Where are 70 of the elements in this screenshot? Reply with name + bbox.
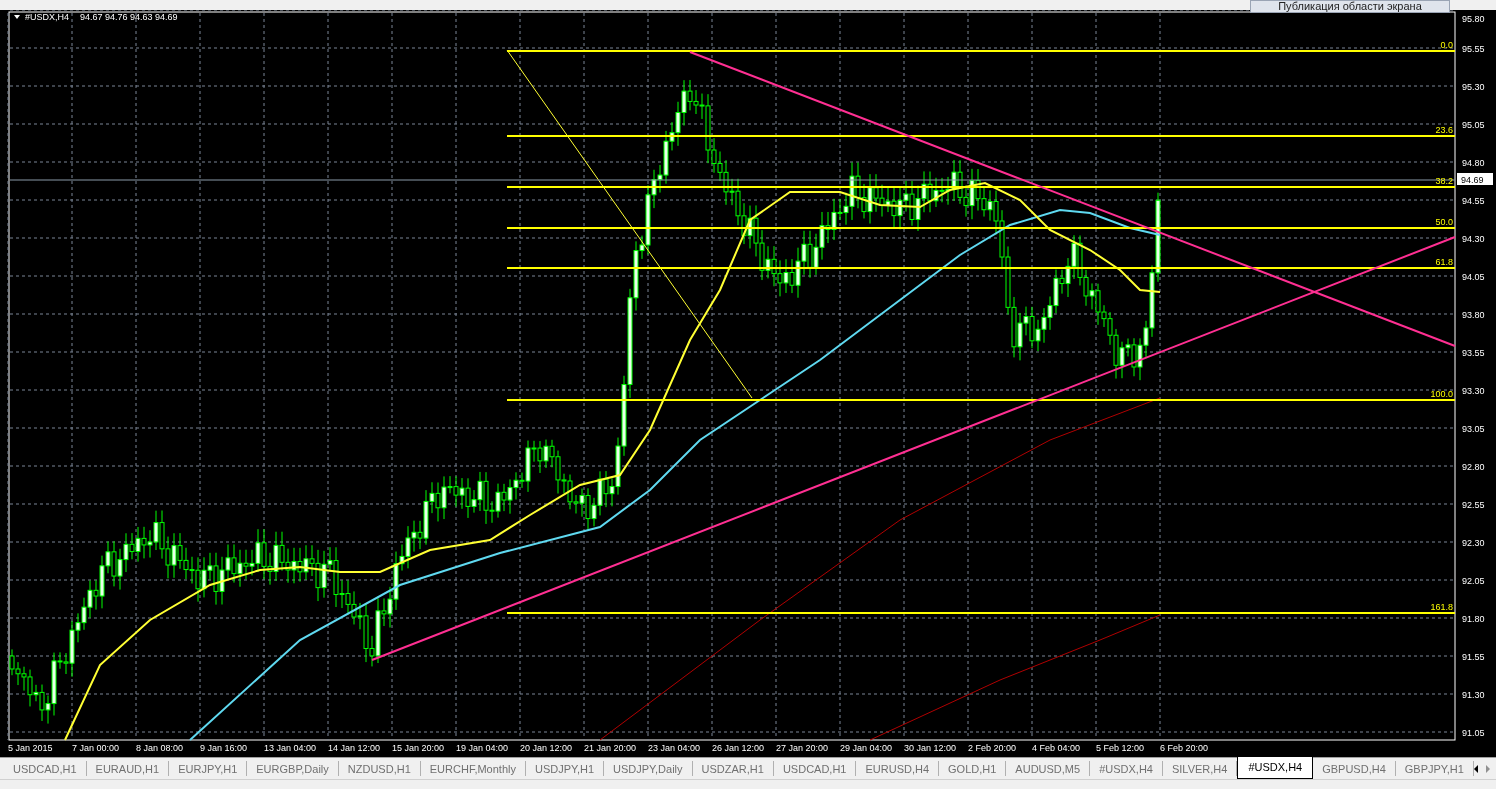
- price-label: 91.05: [1462, 728, 1485, 738]
- chart-tab[interactable]: EURAUD,H1: [86, 761, 170, 776]
- time-label: 9 Jan 16:00: [200, 743, 248, 753]
- scroll-left-icon[interactable]: [1473, 764, 1478, 773]
- price-label: 95.55: [1462, 44, 1485, 54]
- price-label: 93.30: [1462, 386, 1485, 396]
- price-label: 94.55: [1462, 196, 1485, 206]
- time-label: 8 Jan 08:00: [136, 743, 184, 753]
- chart-tab[interactable]: EURGBP,Daily: [247, 761, 339, 776]
- price-label: 92.80: [1462, 462, 1485, 472]
- chart-tab[interactable]: USDJPY,H1: [525, 761, 605, 776]
- price-label: 92.55: [1462, 500, 1485, 510]
- chart-tab[interactable]: AUDUSD,M5: [1006, 761, 1091, 776]
- time-label: 7 Jan 00:00: [72, 743, 120, 753]
- time-label: 19 Jan 04:00: [456, 743, 509, 753]
- price-label: 91.55: [1462, 652, 1485, 662]
- chart-tab[interactable]: USDZAR,H1: [692, 761, 774, 776]
- chart-tab[interactable]: USDCAD,H1: [773, 761, 857, 776]
- time-label: 21 Jan 20:00: [584, 743, 637, 753]
- time-label: 14 Jan 12:00: [328, 743, 381, 753]
- ohlc-values: 94.67 94.76 94.63 94.69: [80, 12, 178, 22]
- time-label: 6 Feb 20:00: [1160, 743, 1209, 753]
- price-label: 95.05: [1462, 120, 1485, 130]
- time-label: 5 Jan 2015: [8, 743, 53, 753]
- price-label: 95.80: [1462, 14, 1485, 24]
- fibonacci-level-label: 161.8: [1430, 602, 1453, 612]
- time-label: 26 Jan 12:00: [712, 743, 765, 753]
- time-label: 5 Feb 12:00: [1096, 743, 1145, 753]
- chart-tab[interactable]: USDCAD,H1: [4, 761, 87, 776]
- price-label: 93.05: [1462, 424, 1485, 434]
- fibonacci-level-label: 50.0: [1435, 217, 1453, 227]
- fibonacci-level-label: 100.0: [1430, 389, 1453, 399]
- fibonacci-level-label: 61.8: [1435, 257, 1453, 267]
- chart-header-icon[interactable]: [14, 15, 20, 19]
- symbol-label: #USDX,H4: [25, 12, 69, 22]
- time-label: 30 Jan 12:00: [904, 743, 957, 753]
- price-label: 93.55: [1462, 348, 1485, 358]
- current-price-tag: 94.69: [1457, 173, 1493, 185]
- overlay-button[interactable]: Публикация области экрана: [1250, 0, 1450, 13]
- chart-tab[interactable]: GBPUSD,H4: [1313, 761, 1396, 776]
- time-label: 23 Jan 04:00: [648, 743, 701, 753]
- scroll-right-icon[interactable]: [1485, 764, 1490, 773]
- time-label: 27 Jan 20:00: [776, 743, 829, 753]
- price-label: 95.30: [1462, 82, 1485, 92]
- price-label: 92.30: [1462, 538, 1485, 548]
- chart-tab[interactable]: #USDX,H4: [1090, 761, 1163, 776]
- price-label: 91.30: [1462, 690, 1485, 700]
- chart-tab[interactable]: #USDX,H4: [1237, 757, 1314, 779]
- fibonacci-level-label: 0.0: [1440, 40, 1453, 50]
- time-label: 29 Jan 04:00: [840, 743, 893, 753]
- price-label: 91.80: [1462, 614, 1485, 624]
- chart-tab[interactable]: GBPJPY,H1: [1395, 761, 1474, 776]
- price-label: 94.80: [1462, 158, 1485, 168]
- time-label: 15 Jan 20:00: [392, 743, 445, 753]
- price-label: 94.05: [1462, 272, 1485, 282]
- time-label: 2 Feb 20:00: [968, 743, 1017, 753]
- price-label: 93.80: [1462, 310, 1485, 320]
- price-label: 94.30: [1462, 234, 1485, 244]
- chart-tab[interactable]: EURJPY,H1: [169, 761, 248, 776]
- time-label: 4 Feb 04:00: [1032, 743, 1081, 753]
- time-label: 13 Jan 04:00: [264, 743, 317, 753]
- time-label: 20 Jan 12:00: [520, 743, 573, 753]
- chart-tab[interactable]: EURCHF,Monthly: [420, 761, 526, 776]
- chart-tab[interactable]: EURUSD,H4: [856, 761, 940, 776]
- chart-tab[interactable]: USDJPY,Daily: [604, 761, 693, 776]
- chart-tab[interactable]: NZDUSD,H1: [338, 761, 421, 776]
- chart-tab[interactable]: GOLD,H1: [939, 761, 1007, 776]
- fibonacci-level-label: 23.6: [1435, 125, 1453, 135]
- fibonacci-level-label: 38.2: [1435, 176, 1453, 186]
- price-label: 92.05: [1462, 576, 1485, 586]
